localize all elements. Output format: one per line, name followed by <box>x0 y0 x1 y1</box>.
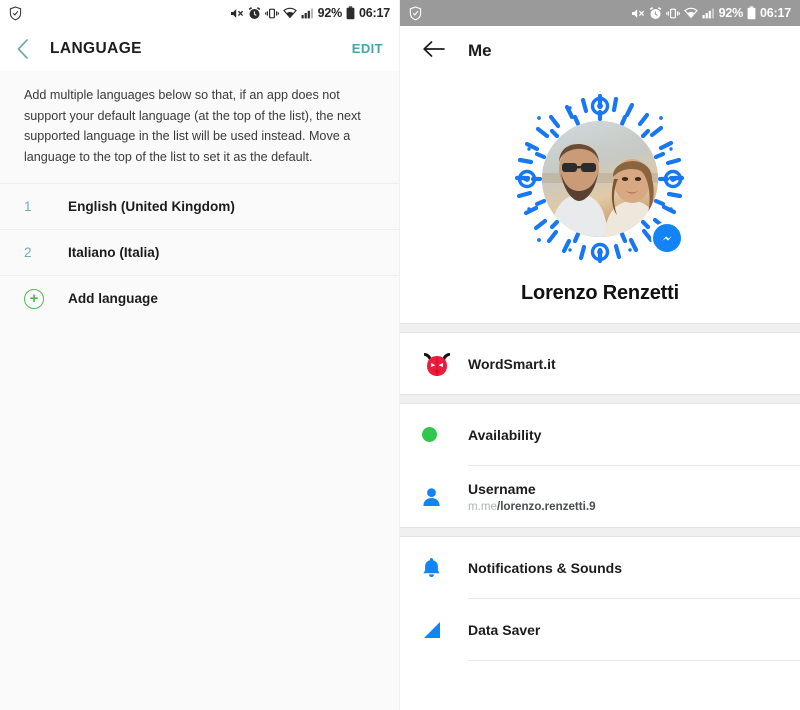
page-title: Me <box>468 41 492 60</box>
plus-circle-icon: + <box>24 288 44 309</box>
app-bar-right: Me <box>400 26 800 76</box>
signal-icon <box>301 7 314 19</box>
wordsmart-devil-icon <box>422 350 468 378</box>
language-row[interactable]: 2 Italiano (Italia) <box>0 229 399 275</box>
avatar[interactable] <box>542 121 658 237</box>
availability-dot-icon <box>422 427 468 442</box>
data-saver-icon <box>422 620 468 640</box>
menu-label: Data Saver <box>468 621 541 638</box>
row-divider <box>468 660 800 661</box>
add-language-row[interactable]: + Add language <box>0 275 399 321</box>
username-url-handle: /lorenzo.renzetti.9 <box>496 499 596 513</box>
battery-icon <box>747 6 756 20</box>
wifi-icon <box>282 7 297 19</box>
status-bar-left: 92% 06:17 <box>0 0 399 26</box>
messenger-logo-icon <box>651 222 683 254</box>
back-chevron-icon[interactable] <box>16 38 42 60</box>
menu-row-availability[interactable]: Availability <box>400 404 800 465</box>
page-section: WordSmart.it <box>400 333 800 394</box>
mute-icon <box>230 7 244 20</box>
alarm-icon <box>248 6 261 20</box>
language-name: Italiano (Italia) <box>68 245 160 261</box>
language-index: 1 <box>24 199 32 215</box>
settings-section: Notifications & Sounds Data Saver <box>400 537 800 661</box>
vibrate-icon <box>264 7 279 20</box>
battery-percent-label: 92% <box>718 6 744 20</box>
menu-label: Username <box>468 480 536 497</box>
vibrate-icon <box>665 7 680 20</box>
menu-row-data-saver[interactable]: Data Saver <box>400 599 800 660</box>
language-index: 2 <box>24 245 32 261</box>
menu-label: Availability <box>468 426 542 443</box>
profile-name: Lorenzo Renzetti <box>521 282 679 304</box>
menu-label: Notifications & Sounds <box>468 559 622 576</box>
alarm-icon <box>649 6 662 20</box>
username-url: m.me/lorenzo.renzetti.9 <box>468 500 778 513</box>
profile-photo-couple <box>542 121 658 237</box>
add-language-label: Add language <box>68 291 158 307</box>
back-arrow-icon[interactable] <box>422 39 446 64</box>
battery-percent-label: 92% <box>317 6 343 20</box>
battery-icon <box>346 6 355 20</box>
wifi-icon <box>683 7 698 19</box>
signal-icon <box>702 7 715 19</box>
shield-check-icon <box>409 5 422 21</box>
menu-row-notifications[interactable]: Notifications & Sounds <box>400 537 800 598</box>
bell-icon <box>422 557 468 578</box>
right-panel-messenger-me: 92% 06:17 Me Lorenzo Renzetti WordSmart.… <box>400 0 800 710</box>
clock-label: 06:17 <box>359 6 390 20</box>
messenger-code[interactable] <box>511 90 689 268</box>
status-bar-right: 92% 06:17 <box>400 0 800 26</box>
menu-row-username[interactable]: Username m.me/lorenzo.renzetti.9 <box>400 466 800 527</box>
edit-button[interactable]: EDIT <box>352 41 383 56</box>
app-bar-left: LANGUAGE EDIT <box>0 26 399 71</box>
menu-row-wordsmart[interactable]: WordSmart.it <box>400 333 800 394</box>
language-list: 1 English (United Kingdom) 2 Italiano (I… <box>0 183 399 322</box>
shield-check-icon <box>9 5 22 21</box>
person-icon <box>422 487 468 507</box>
section-divider <box>400 527 800 537</box>
username-url-domain: m.me <box>468 499 497 513</box>
page-title: LANGUAGE <box>50 39 142 57</box>
language-row[interactable]: 1 English (United Kingdom) <box>0 183 399 229</box>
account-section: Availability Username m.me/lorenzo.renze… <box>400 404 800 527</box>
section-divider <box>400 323 800 333</box>
menu-label: WordSmart.it <box>468 355 556 372</box>
language-name: English (United Kingdom) <box>68 199 235 215</box>
language-description: Add multiple languages below so that, if… <box>0 71 399 184</box>
clock-label: 06:17 <box>760 6 791 20</box>
left-panel-language-settings: 92% 06:17 LANGUAGE EDIT Add multiple lan… <box>0 0 400 710</box>
mute-icon <box>631 7 645 20</box>
dual-screenshot-container: 92% 06:17 LANGUAGE EDIT Add multiple lan… <box>0 0 800 710</box>
profile-block: Lorenzo Renzetti <box>400 76 800 323</box>
section-divider <box>400 394 800 404</box>
